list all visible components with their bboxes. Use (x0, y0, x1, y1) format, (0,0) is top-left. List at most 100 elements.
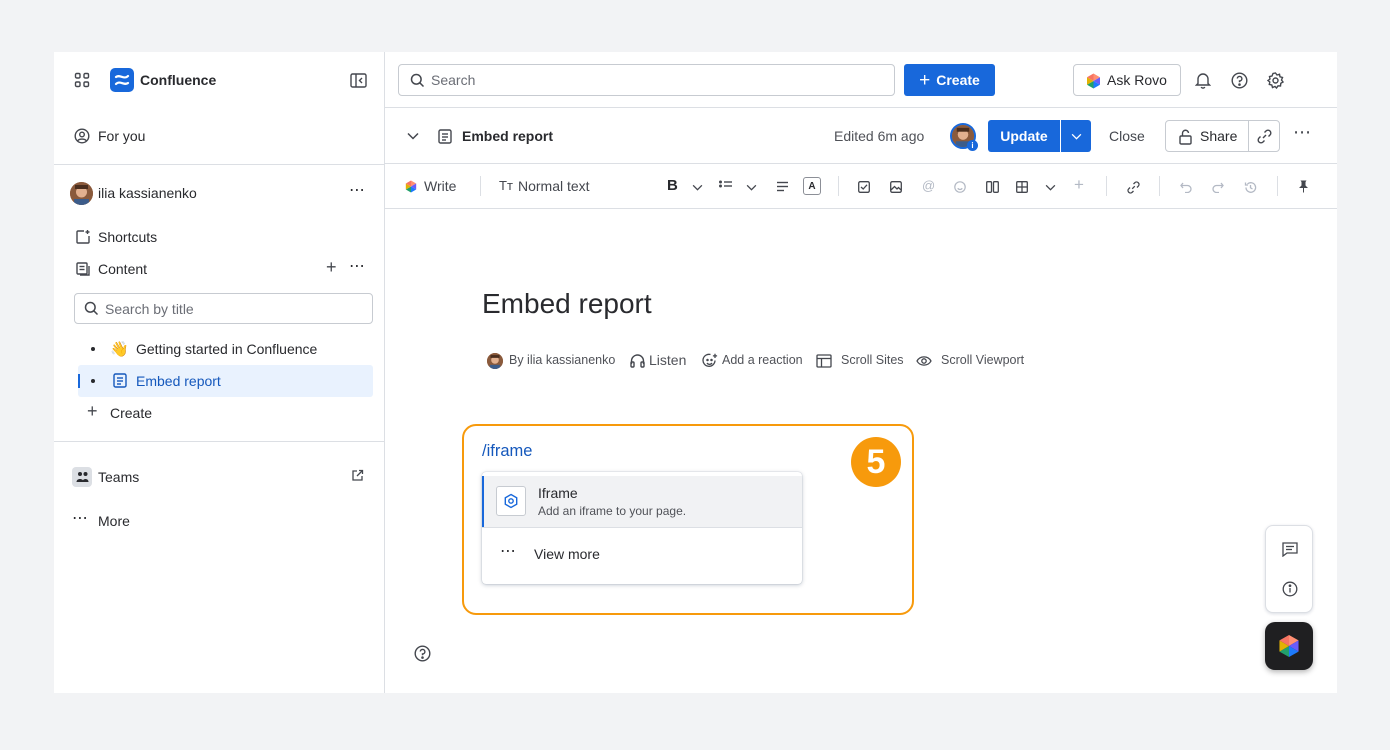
checkbox-icon[interactable] (857, 180, 871, 194)
chevron-down-icon[interactable] (691, 182, 703, 192)
scroll-sites-button[interactable]: Scroll Sites (841, 353, 904, 367)
share-button[interactable]: Share (1165, 120, 1249, 152)
image-icon[interactable] (889, 180, 903, 194)
content-more-icon[interactable]: ⋯ (349, 256, 365, 276)
app-switcher-icon[interactable] (72, 70, 92, 90)
confluence-app: Confluence For you ilia kassianenko ⋯ Sh… (54, 52, 1337, 693)
for-you-link[interactable]: For you (98, 128, 145, 144)
collapse-sidebar-icon[interactable] (348, 71, 368, 89)
redo-icon[interactable] (1211, 180, 1225, 194)
rovo-chat-button[interactable] (1265, 622, 1313, 670)
settings-icon[interactable] (1265, 70, 1285, 90)
help-icon[interactable] (1229, 70, 1249, 90)
teams-icon (72, 467, 92, 487)
help-icon[interactable] (413, 644, 431, 662)
insert-plus-icon[interactable]: + (1074, 175, 1084, 195)
slash-command-text[interactable]: /iframe (482, 442, 532, 461)
bold-icon[interactable]: B (667, 177, 678, 194)
sidebar: Confluence For you ilia kassianenko ⋯ Sh… (54, 52, 385, 693)
global-search-input[interactable]: Search (398, 64, 895, 96)
user-name[interactable]: ilia kassianenko (98, 185, 197, 201)
more-dots-icon: ⋯ (500, 543, 516, 560)
bullet-list-icon[interactable] (718, 179, 734, 193)
tree-bullet (91, 347, 95, 351)
sidebar-divider (54, 441, 385, 442)
top-navigation: Search + Create Ask Rovo (385, 52, 1337, 108)
author-avatar (487, 353, 503, 369)
user-avatar[interactable] (70, 182, 93, 205)
menu-item-iframe[interactable]: Iframe Add an iframe to your page. (482, 476, 802, 527)
view-more-label: View more (534, 546, 600, 562)
scroll-viewport-button[interactable]: Scroll Viewport (941, 353, 1024, 367)
close-button[interactable]: Close (1109, 128, 1145, 144)
undo-icon[interactable] (1179, 180, 1193, 194)
rovo-icon (1279, 635, 1299, 657)
link-icon (1256, 128, 1272, 144)
listen-button[interactable]: Listen (649, 352, 686, 368)
add-content-icon[interactable]: + (326, 257, 337, 278)
edited-status: Edited 6m ago (834, 128, 925, 144)
more-link[interactable]: More (98, 513, 130, 529)
sidebar-divider (54, 164, 385, 165)
plus-icon: + (87, 401, 98, 421)
update-options-button[interactable] (1061, 120, 1091, 152)
app-name[interactable]: Confluence (140, 72, 216, 88)
link-icon[interactable] (1126, 180, 1140, 194)
share-label: Share (1200, 128, 1238, 144)
ask-rovo-label: Ask Rovo (1107, 72, 1167, 88)
info-icon[interactable] (1281, 580, 1299, 598)
more-actions-icon[interactable]: ⋯ (1293, 122, 1311, 143)
editor-toolbar: Write Tт Normal text B A @ + (385, 164, 1337, 209)
teams-link[interactable]: Teams (98, 469, 139, 485)
columns-icon[interactable] (985, 180, 999, 194)
rovo-icon (1085, 73, 1101, 89)
text-style-dropdown[interactable]: Normal text (518, 178, 590, 194)
update-button[interactable]: Update (988, 120, 1060, 152)
toolbar-separator (1106, 176, 1107, 196)
search-placeholder: Search (431, 72, 476, 88)
scroll-sites-icon (815, 353, 832, 369)
chevron-down-icon[interactable] (1044, 182, 1056, 192)
text-color-icon[interactable]: A (803, 177, 821, 195)
history-icon[interactable] (1243, 180, 1257, 194)
tree-item-label[interactable]: Embed report (136, 373, 221, 389)
wave-emoji-icon: 👋 (110, 341, 129, 358)
page-header: Embed report Edited 6m ago i Update Clos… (385, 108, 1337, 164)
add-reaction-icon (701, 352, 719, 370)
add-reaction-button[interactable]: Add a reaction (722, 353, 803, 367)
mention-icon[interactable]: @ (922, 178, 935, 193)
menu-item-title: Iframe (538, 485, 578, 501)
table-icon[interactable] (1015, 180, 1029, 194)
byline-author[interactable]: By ilia kassianenko (509, 353, 615, 367)
align-icon[interactable] (774, 179, 790, 193)
shortcuts-link[interactable]: Shortcuts (98, 229, 157, 245)
pin-icon[interactable] (1296, 179, 1310, 194)
breadcrumb-page-title[interactable]: Embed report (462, 128, 553, 144)
emoji-icon[interactable] (953, 180, 967, 194)
search-by-title-input[interactable]: Search by title (74, 293, 373, 324)
scroll-viewport-icon (915, 353, 932, 369)
view-more-button[interactable]: ⋯ View more (482, 528, 802, 580)
write-button[interactable]: Write (424, 178, 456, 194)
chevron-down-icon[interactable] (745, 182, 757, 192)
toolbar-separator (1277, 176, 1278, 196)
step-badge: 5 (851, 437, 901, 487)
page-title[interactable]: Embed report (482, 288, 652, 320)
plus-icon: + (919, 69, 931, 91)
create-button[interactable]: + Create (904, 64, 995, 96)
comments-icon[interactable] (1281, 540, 1299, 558)
for-you-icon (73, 127, 91, 145)
confluence-logo-icon[interactable] (110, 68, 134, 92)
space-more-icon[interactable]: ⋯ (349, 180, 366, 200)
headphones-icon (629, 353, 645, 369)
notifications-icon[interactable] (1193, 70, 1213, 90)
chevron-down-icon[interactable] (405, 128, 421, 144)
create-page-link[interactable]: Create (110, 405, 152, 421)
side-panel-buttons (1265, 525, 1313, 613)
unlock-icon (1177, 128, 1193, 145)
content-link[interactable]: Content (98, 261, 147, 277)
copy-link-button[interactable] (1248, 120, 1280, 152)
tree-item-getting-started[interactable]: Getting started in Confluence (136, 341, 317, 357)
ask-rovo-button[interactable]: Ask Rovo (1073, 64, 1181, 96)
external-link-icon[interactable] (349, 467, 365, 483)
